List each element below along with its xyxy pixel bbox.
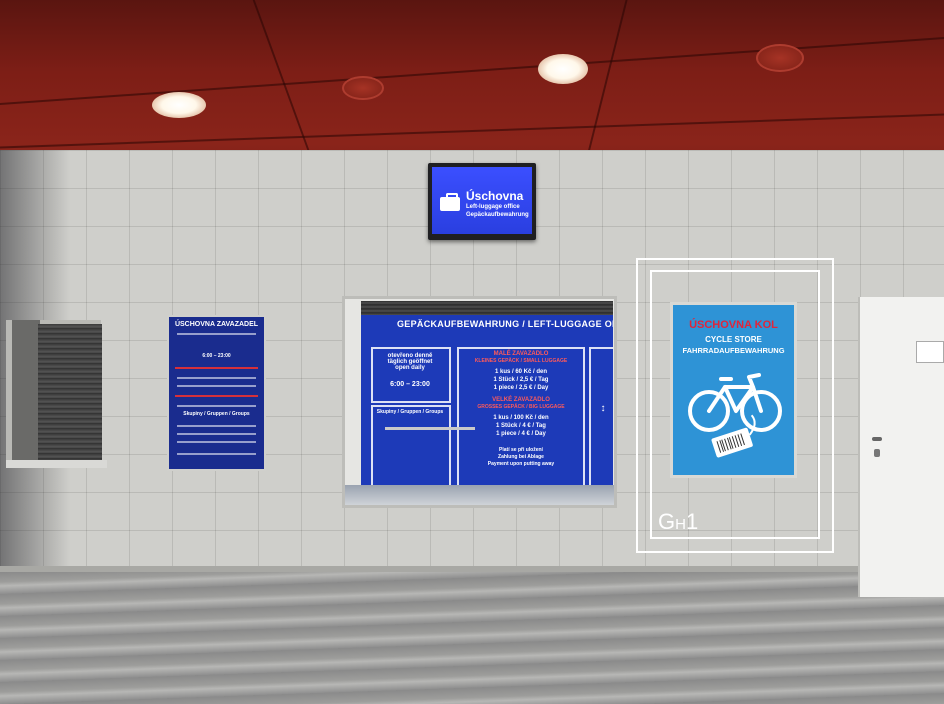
sign-title: Úschovna <box>466 189 524 203</box>
door-lock <box>874 449 880 457</box>
striped-floor <box>0 572 944 704</box>
sign-screen: Úschovna Left-luggage office Gepäckaufbe… <box>432 167 532 234</box>
roller-shutter <box>38 324 102 464</box>
big-luggage-title: VELKÉ ZAVAZADLO <box>492 397 550 403</box>
groups-label: Skupiny / Gruppen / Groups <box>376 409 444 415</box>
poster-rule <box>177 405 256 407</box>
price-poster: ÚSCHOVNA ZAVAZADEL 6:00 – 23:00 Skupiny … <box>167 315 266 471</box>
poster-rule <box>177 377 256 379</box>
poster-section: Skupiny / Gruppen / Groups <box>183 411 250 417</box>
poster-rule <box>177 425 256 427</box>
small-luggage-subtitle: KLEINES GEPÄCK / SMALL LUGGAGE <box>474 358 568 364</box>
luggage-icon <box>440 193 460 211</box>
small-price-2: 1 Stück / 2,5 € / Tag <box>493 377 549 383</box>
side-door[interactable] <box>858 297 944 597</box>
poster-red-rule <box>175 395 258 397</box>
annotation-box-inner <box>650 270 820 539</box>
counter-rail <box>385 427 475 430</box>
hours-label: otevřeno denně täglich geöffnet open dai… <box>387 353 433 371</box>
big-price-3: 1 piece / 4 € / Day <box>496 431 546 437</box>
hanging-sign: Úschovna Left-luggage office Gepäckaufbe… <box>428 163 536 240</box>
ceiling-seam <box>0 113 944 149</box>
small-price-3: 1 piece / 2,5 € / Day <box>493 385 549 391</box>
annotation-label-sub: H <box>675 516 686 533</box>
shuttered-window <box>6 320 107 468</box>
big-price-1: 1 kus / 100 Kč / den <box>493 415 549 421</box>
small-luggage-title: MALÉ ZAVAZADLO <box>493 351 549 357</box>
big-price-2: 1 Stück / 4 € / Tag <box>496 423 546 429</box>
door-notice <box>916 341 944 363</box>
poster-rule <box>177 453 256 455</box>
ceiling-seam <box>0 36 944 106</box>
payment-line-3: Payment upon putting away <box>487 461 555 467</box>
poster-rule <box>177 441 256 443</box>
poster-red-rule <box>175 367 258 369</box>
small-price-1: 1 kus / 60 Kč / den <box>494 369 548 375</box>
poster-hours: 6:00 – 23:00 <box>202 353 231 359</box>
up-arrow-icon: ↕ <box>600 403 606 414</box>
service-counter-window: GEPÄCKAUFBEWAHRUNG / LEFT-LUGGAGE OFFI o… <box>342 296 617 508</box>
sign-line-german: Gepäckaufbewahrung <box>466 212 529 218</box>
hours-value: 6:00 – 23:00 <box>390 381 430 388</box>
window-sill <box>6 460 107 468</box>
poster-rule <box>177 333 256 335</box>
sign-line-english: Left-luggage office <box>466 204 520 210</box>
payment-line-2: Zahlung bei Ablage <box>498 454 544 460</box>
door-handle[interactable] <box>872 437 882 441</box>
poster-rule <box>177 385 256 387</box>
counter-price-board: GEPÄCKAUFBEWAHRUNG / LEFT-LUGGAGE OFFI o… <box>361 313 613 489</box>
ceiling-light <box>152 92 206 118</box>
photo-scene: Úschovna Left-luggage office Gepäckaufbe… <box>0 0 944 704</box>
annotation-label-main: G <box>658 509 676 534</box>
annotation-label: GH1 <box>658 510 698 537</box>
big-luggage-subtitle: GROSSES GEPÄCK / BIG LUGGAGE <box>477 404 565 410</box>
groups-box <box>371 405 451 489</box>
poster-title: ÚSCHOVNA ZAVAZADEL <box>174 321 259 328</box>
ceiling-light <box>538 54 588 84</box>
poster-rule <box>177 433 256 435</box>
direction-box <box>589 347 613 487</box>
counter-header: GEPÄCKAUFBEWAHRUNG / LEFT-LUGGAGE OFFI <box>397 319 613 329</box>
window-frame <box>12 320 40 468</box>
annotation-label-number: 1 <box>685 509 699 534</box>
ceiling-light-off <box>756 44 804 72</box>
ceiling-light-off <box>342 76 384 100</box>
payment-line-1: Platí se při uložení <box>499 447 543 453</box>
counter-ledge <box>345 485 614 505</box>
counter-blind <box>361 301 613 315</box>
